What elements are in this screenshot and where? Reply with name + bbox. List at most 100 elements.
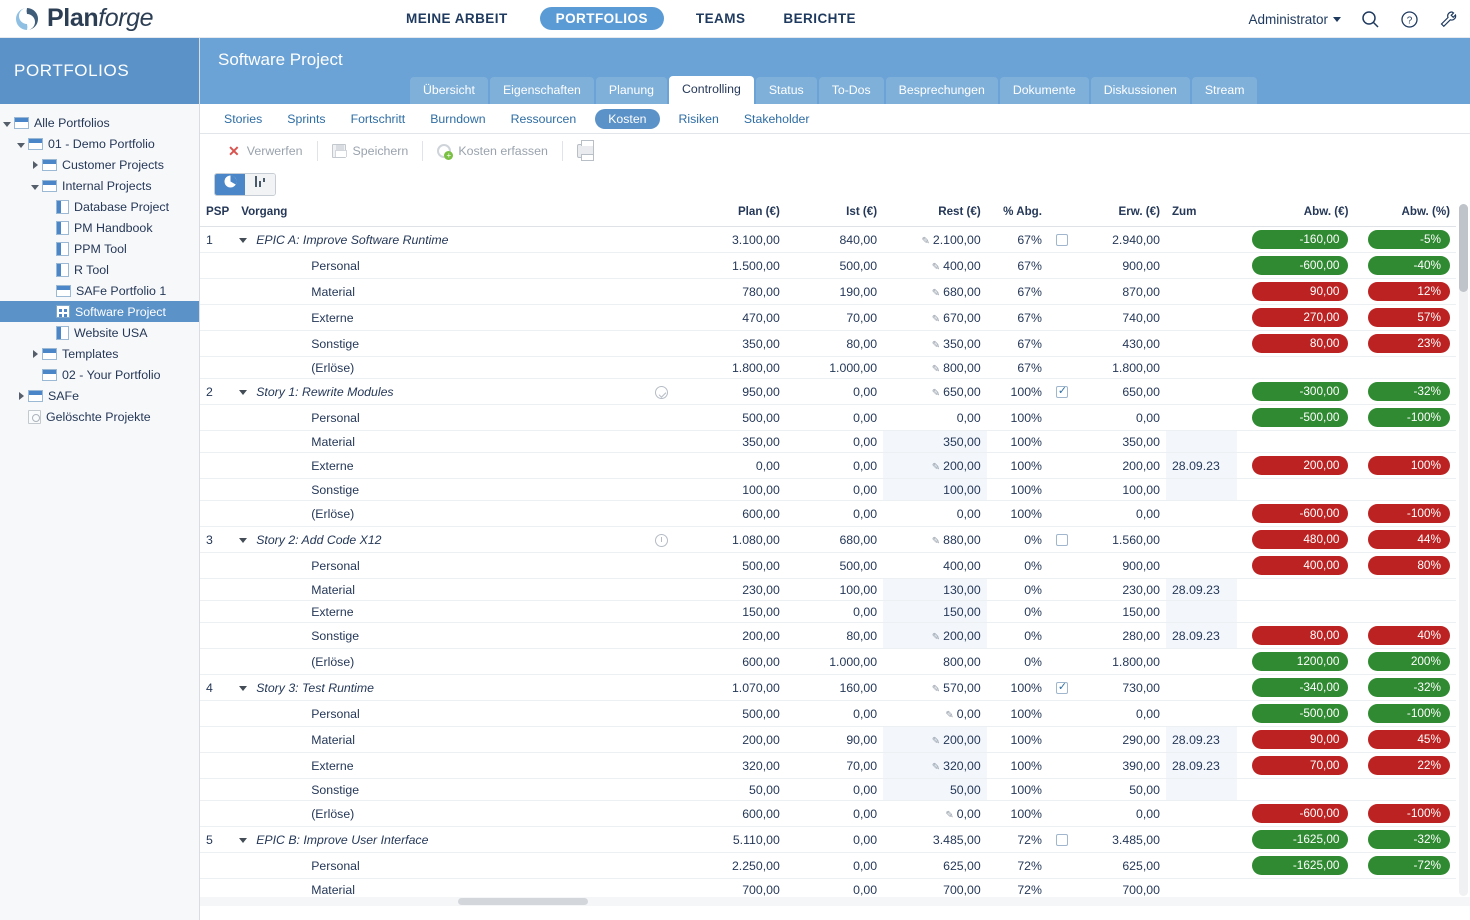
tab-stream[interactable]: Stream <box>1192 77 1258 104</box>
tab-diskussionen[interactable]: Diskussionen <box>1091 77 1190 104</box>
table-row[interactable]: Externe0,000,00✎200,00100%200,0028.09.23… <box>200 453 1456 479</box>
sidebar-item-pm-handbook[interactable]: PM Handbook <box>0 217 199 238</box>
cell-checkbox[interactable] <box>1048 753 1076 779</box>
cell-pct-abg[interactable]: 100% <box>987 479 1048 501</box>
cell-plan[interactable]: 1.800,00 <box>681 357 786 379</box>
cell-checkbox[interactable] <box>1048 779 1076 801</box>
collapse-toggle-icon[interactable] <box>239 686 247 691</box>
cell-plan[interactable]: 600,00 <box>681 501 786 527</box>
cell-rest[interactable]: ✎880,00 <box>883 527 987 553</box>
cell-pct-abg[interactable]: 67% <box>987 227 1048 253</box>
user-menu[interactable]: Administrator <box>1248 12 1341 27</box>
cell-plan[interactable]: 230,00 <box>681 579 786 601</box>
subtab-fortschritt[interactable]: Fortschritt <box>345 109 412 129</box>
sidebar-item-alle-portfolios[interactable]: Alle Portfolios <box>0 112 199 133</box>
cell-ist[interactable]: 0,00 <box>786 405 883 431</box>
cell-ist[interactable]: 0,00 <box>786 453 883 479</box>
cell-rest[interactable]: ✎400,00 <box>883 253 987 279</box>
table-row[interactable]: Personal500,000,000,00100%0,00-500,00-10… <box>200 405 1456 431</box>
cell-ist[interactable]: 0,00 <box>786 601 883 623</box>
col-header-abw-pct[interactable]: Abw. (%) <box>1354 200 1456 227</box>
cell-plan[interactable]: 150,00 <box>681 601 786 623</box>
cell-pct-abg[interactable]: 0% <box>987 623 1048 649</box>
table-row[interactable]: Personal500,000,00✎0,00100%0,00-500,00-1… <box>200 701 1456 727</box>
cell-checkbox[interactable] <box>1048 405 1076 431</box>
tab--bersicht[interactable]: Übersicht <box>410 77 488 104</box>
cell-pct-abg[interactable]: 0% <box>987 579 1048 601</box>
sidebar-item-internal-projects[interactable]: Internal Projects <box>0 175 199 196</box>
cell-ist[interactable]: 840,00 <box>786 227 883 253</box>
cell-ist[interactable]: 70,00 <box>786 753 883 779</box>
cell-pct-abg[interactable]: 100% <box>987 701 1048 727</box>
sidebar-item-website-usa[interactable]: Website USA <box>0 322 199 343</box>
table-row[interactable]: Material780,00190,00✎680,0067%870,0090,0… <box>200 279 1456 305</box>
cell-plan[interactable]: 5.110,00 <box>681 827 786 853</box>
cell-rest[interactable]: ✎200,00 <box>883 623 987 649</box>
edit-pencil-icon[interactable]: ✎ <box>932 536 940 547</box>
cell-ist[interactable]: 0,00 <box>786 501 883 527</box>
cell-checkbox[interactable] <box>1048 331 1076 357</box>
subtab-stories[interactable]: Stories <box>218 109 268 129</box>
cell-rest[interactable]: ✎800,00 <box>883 357 987 379</box>
col-header-plan[interactable]: Plan (€) <box>681 200 786 227</box>
subtab-sprints[interactable]: Sprints <box>281 109 331 129</box>
edit-pencil-icon[interactable]: ✎ <box>932 288 940 299</box>
cell-checkbox[interactable] <box>1048 479 1076 501</box>
discard-button[interactable]: ✕ Verwerfen <box>214 143 317 160</box>
cell-pct-abg[interactable]: 100% <box>987 501 1048 527</box>
cell-ist[interactable]: 500,00 <box>786 553 883 579</box>
cell-plan[interactable]: 600,00 <box>681 649 786 675</box>
collapse-toggle-icon[interactable] <box>239 538 247 543</box>
cell-ist[interactable]: 100,00 <box>786 579 883 601</box>
cell-pct-abg[interactable]: 100% <box>987 453 1048 479</box>
sidebar-item-gel-schte-projekte[interactable]: Gelöschte Projekte <box>0 406 199 427</box>
cell-rest[interactable]: ✎350,00 <box>883 331 987 357</box>
col-header-zum[interactable]: Zum <box>1166 200 1237 227</box>
horizontal-scrollbar-thumb[interactable] <box>458 898 588 905</box>
cell-plan[interactable]: 1.500,00 <box>681 253 786 279</box>
completed-checkbox[interactable] <box>1056 234 1068 246</box>
nav-teams[interactable]: TEAMS <box>690 7 752 30</box>
tab-dokumente[interactable]: Dokumente <box>1000 77 1089 104</box>
cell-plan[interactable]: 100,00 <box>681 479 786 501</box>
cell-pct-abg[interactable]: 0% <box>987 553 1048 579</box>
cell-plan[interactable]: 1.080,00 <box>681 527 786 553</box>
cell-plan[interactable]: 500,00 <box>681 405 786 431</box>
tab-to-dos[interactable]: To-Dos <box>819 77 884 104</box>
completed-checkbox[interactable] <box>1056 534 1068 546</box>
sidebar-item-safe[interactable]: SAFe <box>0 385 199 406</box>
sidebar-item-02-your-portfolio[interactable]: 02 - Your Portfolio <box>0 364 199 385</box>
cell-checkbox[interactable] <box>1048 379 1076 405</box>
cell-checkbox[interactable] <box>1048 501 1076 527</box>
tab-controlling[interactable]: Controlling <box>669 76 754 104</box>
cell-checkbox[interactable] <box>1048 727 1076 753</box>
completed-checkbox[interactable] <box>1056 386 1068 398</box>
edit-pencil-icon[interactable]: ✎ <box>932 632 940 643</box>
cell-checkbox[interactable] <box>1048 701 1076 727</box>
table-row[interactable]: (Erlöse)1.800,001.000,00✎800,0067%1.800,… <box>200 357 1456 379</box>
vertical-scrollbar-thumb[interactable] <box>1459 204 1468 292</box>
cell-ist[interactable]: 80,00 <box>786 623 883 649</box>
col-header-vorgang[interactable]: Vorgang <box>235 200 641 227</box>
chevron-right-icon[interactable] <box>28 158 42 172</box>
cell-pct-abg[interactable]: 67% <box>987 357 1048 379</box>
cell-ist[interactable]: 0,00 <box>786 379 883 405</box>
cell-ist[interactable]: 190,00 <box>786 279 883 305</box>
cell-ist[interactable]: 160,00 <box>786 675 883 701</box>
cell-pct-abg[interactable]: 67% <box>987 305 1048 331</box>
tab-eigenschaften[interactable]: Eigenschaften <box>490 77 594 104</box>
table-row[interactable]: Material350,000,00350,00100%350,00 <box>200 431 1456 453</box>
cell-checkbox[interactable] <box>1048 801 1076 827</box>
cell-checkbox[interactable] <box>1048 453 1076 479</box>
table-row[interactable]: Sonstige350,0080,00✎350,0067%430,0080,00… <box>200 331 1456 357</box>
sidebar-item-safe-portfolio-1[interactable]: SAFe Portfolio 1 <box>0 280 199 301</box>
cell-rest[interactable]: ✎0,00 <box>883 801 987 827</box>
help-icon[interactable]: ? <box>1400 10 1419 29</box>
cell-checkbox[interactable] <box>1048 279 1076 305</box>
col-header-abw-eur[interactable]: Abw. (€) <box>1237 200 1354 227</box>
table-row[interactable]: Sonstige100,000,00100,00100%100,00 <box>200 479 1456 501</box>
table-row[interactable]: Externe470,0070,00✎670,0067%740,00270,00… <box>200 305 1456 331</box>
table-row[interactable]: Externe320,0070,00✎320,00100%390,0028.09… <box>200 753 1456 779</box>
sidebar-item-01-demo-portfolio[interactable]: 01 - Demo Portfolio <box>0 133 199 154</box>
col-header-rest[interactable]: Rest (€) <box>883 200 987 227</box>
